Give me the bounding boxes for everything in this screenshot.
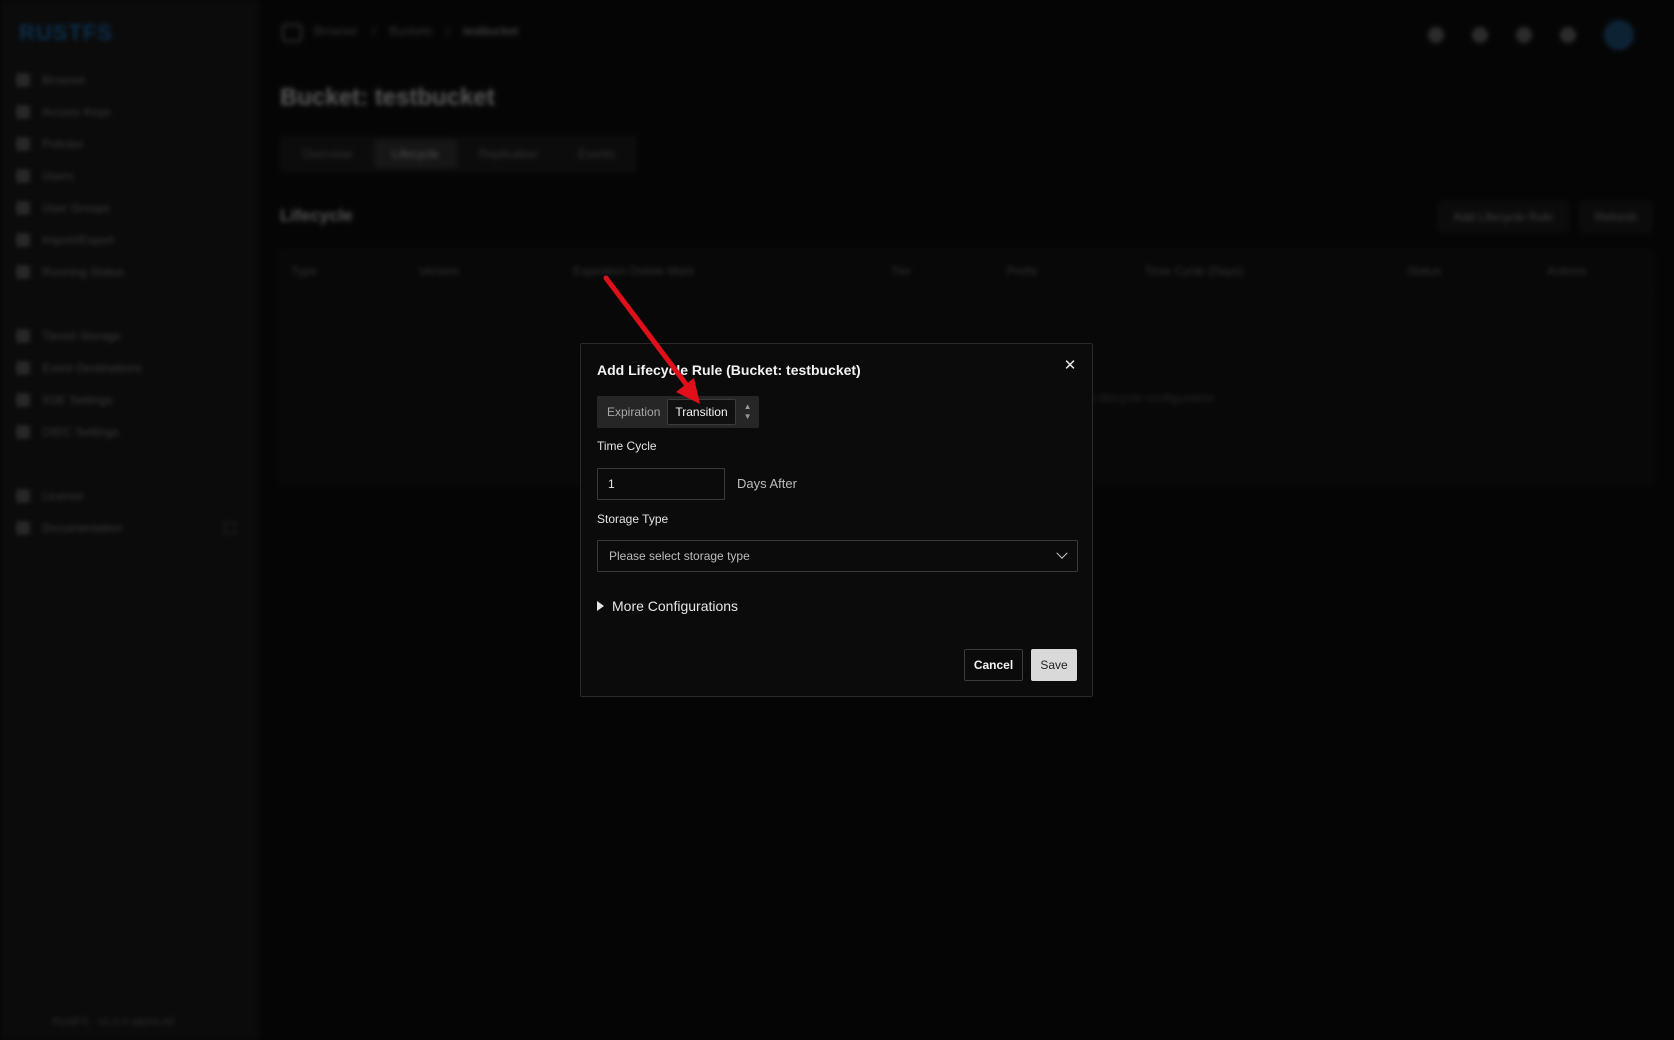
rule-type-transition[interactable]: Transition xyxy=(667,399,736,425)
add-lifecycle-rule-dialog: Add Lifecycle Rule (Bucket: testbucket) … xyxy=(580,343,1093,697)
rule-type-selector: Expiration Transition ▲ ▼ xyxy=(597,396,759,428)
storage-type-placeholder: Please select storage type xyxy=(609,549,750,563)
more-configurations-label: More Configurations xyxy=(612,598,739,614)
storage-type-select[interactable]: Please select storage type xyxy=(597,540,1078,572)
chevron-down-icon xyxy=(1056,547,1068,559)
more-configurations-toggle[interactable]: More Configurations xyxy=(597,598,738,614)
cancel-button[interactable]: Cancel xyxy=(964,649,1023,681)
save-button[interactable]: Save xyxy=(1031,649,1077,681)
rule-type-spinner[interactable]: ▲ ▼ xyxy=(740,398,756,426)
chevron-up-icon[interactable]: ▲ xyxy=(744,402,752,412)
dialog-title: Add Lifecycle Rule (Bucket: testbucket) xyxy=(597,362,861,378)
caret-right-icon xyxy=(597,601,604,611)
time-cycle-label: Time Cycle xyxy=(597,439,657,453)
days-after-label: Days After xyxy=(737,476,797,491)
rule-type-expiration[interactable]: Expiration xyxy=(600,400,667,424)
close-icon[interactable]: ✕ xyxy=(1062,357,1078,374)
time-cycle-input[interactable] xyxy=(597,468,725,500)
chevron-down-icon[interactable]: ▼ xyxy=(744,412,752,422)
app-root: RUSTFS Browser Access Keys Policies Users Us… xyxy=(0,0,1674,1040)
storage-type-label: Storage Type xyxy=(597,512,669,526)
